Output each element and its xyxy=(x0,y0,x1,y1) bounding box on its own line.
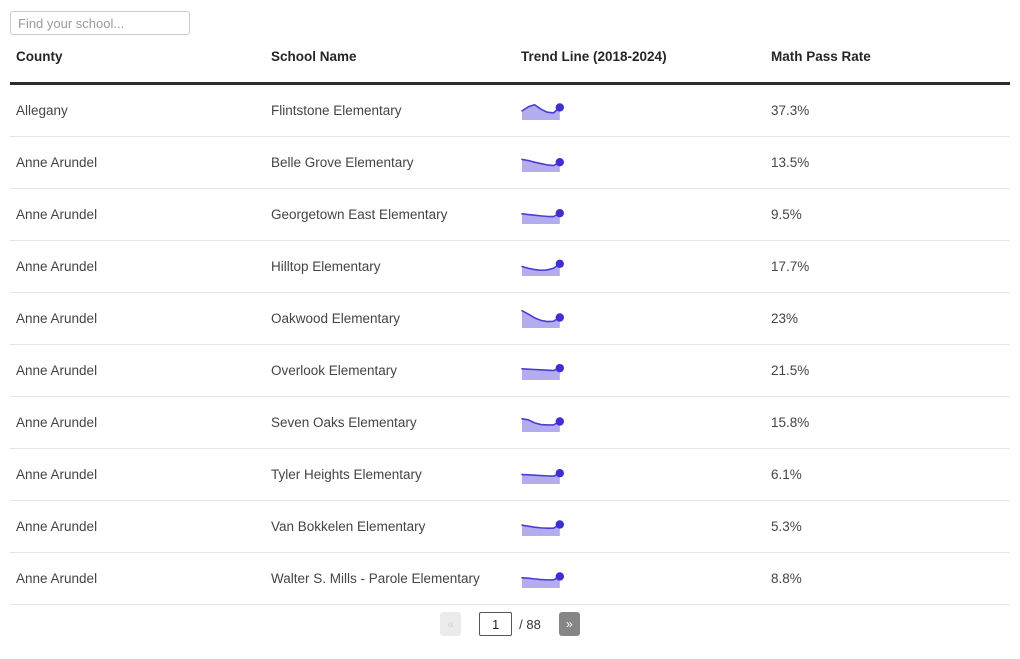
cell-trend-line xyxy=(515,136,765,189)
cell-county: Anne Arundel xyxy=(10,344,265,397)
column-header-county[interactable]: County xyxy=(10,49,265,85)
cell-county: Anne Arundel xyxy=(10,188,265,241)
cell-county: Anne Arundel xyxy=(10,240,265,293)
table-row[interactable]: Anne Arundel Seven Oaks Elementary 15.8% xyxy=(10,396,1010,449)
table-row[interactable]: Anne Arundel Belle Grove Elementary 13.5% xyxy=(10,136,1010,189)
sparkline-chart xyxy=(521,519,564,536)
cell-math-pass-rate: 13.5% xyxy=(765,136,1010,189)
cell-math-pass-rate: 17.7% xyxy=(765,240,1010,293)
cell-school-name: Overlook Elementary xyxy=(265,344,515,397)
sparkline-endpoint-marker xyxy=(555,102,564,112)
table-row[interactable]: Anne Arundel Van Bokkelen Elementary 5.3% xyxy=(10,500,1010,553)
school-results-table: County School Name Trend Line (2018-2024… xyxy=(10,49,1010,605)
cell-math-pass-rate: 21.5% xyxy=(765,344,1010,397)
column-header-school-name[interactable]: School Name xyxy=(265,49,515,85)
cell-math-pass-rate: 9.5% xyxy=(765,188,1010,241)
sparkline-endpoint-marker xyxy=(555,519,564,529)
cell-county: Anne Arundel xyxy=(10,448,265,501)
cell-school-name: Oakwood Elementary xyxy=(265,292,515,345)
pagination: « / 88 » xyxy=(0,612,1020,636)
sparkline-chart xyxy=(521,208,564,224)
sparkline-chart xyxy=(521,102,564,120)
search-bar xyxy=(0,0,1020,35)
next-page-button[interactable]: » xyxy=(558,612,580,636)
cell-trend-line xyxy=(515,240,765,293)
cell-school-name: Belle Grove Elementary xyxy=(265,136,515,189)
cell-county: Allegany xyxy=(10,83,265,137)
sparkline-endpoint-marker xyxy=(555,416,564,426)
cell-trend-line xyxy=(515,292,765,345)
sparkline-endpoint-marker xyxy=(555,363,564,372)
cell-school-name: Flintstone Elementary xyxy=(265,83,515,137)
cell-school-name: Walter S. Mills - Parole Elementary xyxy=(265,552,515,605)
table-row[interactable]: Anne Arundel Walter S. Mills - Parole Ele… xyxy=(10,552,1010,605)
column-header-math-pass-rate[interactable]: Math Pass Rate xyxy=(765,49,1010,85)
cell-trend-line xyxy=(515,552,765,605)
cell-county: Anne Arundel xyxy=(10,136,265,189)
sparkline-endpoint-marker xyxy=(555,468,564,477)
cell-trend-line xyxy=(515,396,765,449)
cell-math-pass-rate: 5.3% xyxy=(765,500,1010,553)
cell-trend-line xyxy=(515,83,765,137)
sparkline-chart xyxy=(521,416,564,432)
sparkline-endpoint-marker xyxy=(555,571,564,581)
cell-math-pass-rate: 37.3% xyxy=(765,83,1010,137)
sparkline-chart xyxy=(521,309,564,328)
cell-math-pass-rate: 8.8% xyxy=(765,552,1010,605)
sparkline-chart xyxy=(521,363,564,380)
sparkline-chart xyxy=(521,571,564,588)
sparkline-endpoint-marker xyxy=(555,208,564,217)
sparkline-endpoint-marker xyxy=(555,157,564,166)
table-header-row: County School Name Trend Line (2018-2024… xyxy=(10,49,1010,85)
cell-school-name: Georgetown East Elementary xyxy=(265,188,515,241)
table-row[interactable]: Anne Arundel Tyler Heights Elementary 6.1% xyxy=(10,448,1010,501)
total-pages-label: / 88 xyxy=(519,616,541,632)
cell-school-name: Van Bokkelen Elementary xyxy=(265,500,515,553)
school-results-page: County School Name Trend Line (2018-2024… xyxy=(0,0,1020,659)
table-row[interactable]: Anne Arundel Overlook Elementary 21.5% xyxy=(10,344,1010,397)
sparkline-endpoint-marker xyxy=(555,259,564,268)
search-input[interactable] xyxy=(10,11,190,35)
sparkline-chart xyxy=(521,468,564,484)
cell-school-name: Tyler Heights Elementary xyxy=(265,448,515,501)
cell-trend-line xyxy=(515,188,765,241)
column-header-trend-line[interactable]: Trend Line (2018-2024) xyxy=(515,49,765,85)
table-header: County School Name Trend Line (2018-2024… xyxy=(10,49,1010,85)
sparkline-chart xyxy=(521,157,564,172)
table-row[interactable]: Anne Arundel Georgetown East Elementary 9.… xyxy=(10,188,1010,241)
sparkline-endpoint-marker xyxy=(555,312,564,322)
table-row[interactable]: Anne Arundel Hilltop Elementary 17.7% xyxy=(10,240,1010,293)
cell-county: Anne Arundel xyxy=(10,552,265,605)
table-row[interactable]: Anne Arundel Oakwood Elementary 23% xyxy=(10,292,1010,345)
previous-page-button[interactable]: « xyxy=(440,612,462,636)
cell-math-pass-rate: 15.8% xyxy=(765,396,1010,449)
cell-county: Anne Arundel xyxy=(10,292,265,345)
cell-trend-line xyxy=(515,344,765,397)
cell-trend-line xyxy=(515,500,765,553)
cell-county: Anne Arundel xyxy=(10,396,265,449)
cell-school-name: Seven Oaks Elementary xyxy=(265,396,515,449)
cell-county: Anne Arundel xyxy=(10,500,265,553)
cell-trend-line xyxy=(515,448,765,501)
table-row[interactable]: Allegany Flintstone Elementary 37.3% xyxy=(10,83,1010,137)
results-table-container: County School Name Trend Line (2018-2024… xyxy=(0,49,1020,605)
cell-math-pass-rate: 23% xyxy=(765,292,1010,345)
cell-school-name: Hilltop Elementary xyxy=(265,240,515,293)
page-number-input[interactable] xyxy=(479,612,513,636)
cell-math-pass-rate: 6.1% xyxy=(765,448,1010,501)
sparkline-chart xyxy=(521,259,564,276)
table-body: Allegany Flintstone Elementary 37.3% Anne A… xyxy=(10,83,1010,605)
